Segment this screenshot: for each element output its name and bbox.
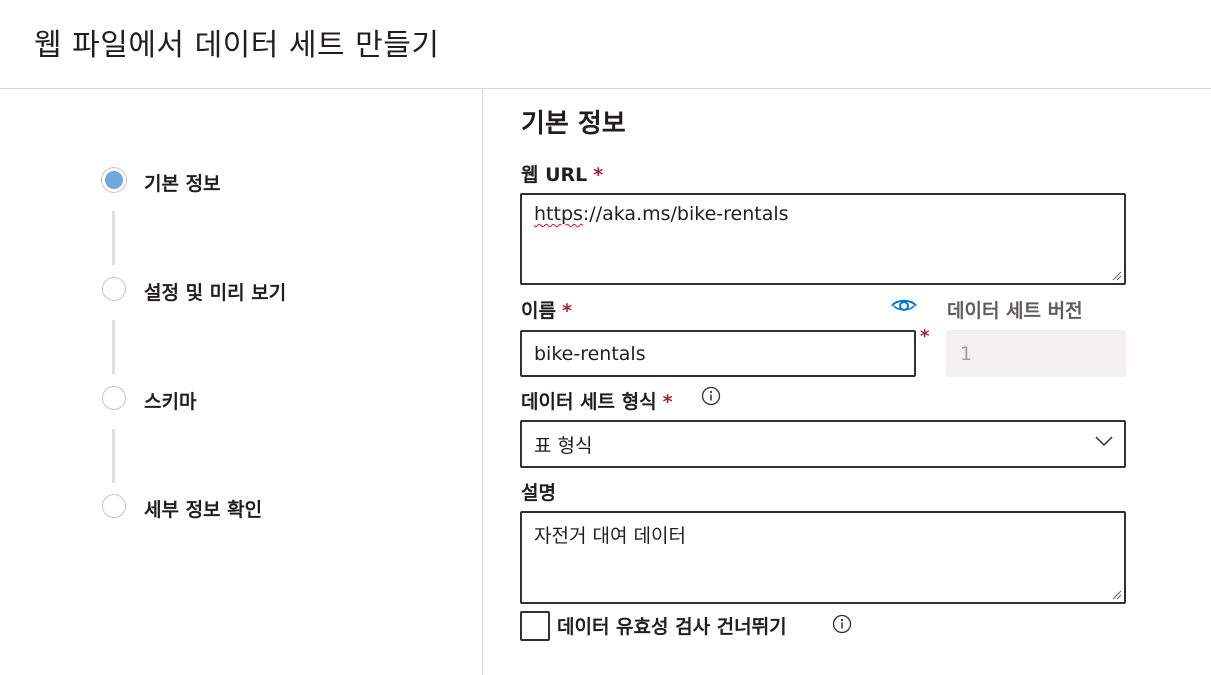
info-icon[interactable]	[832, 614, 852, 634]
step-connector	[112, 429, 115, 483]
required-marker: *	[561, 300, 572, 322]
dataset-version-label: 데이터 세트 버전	[947, 300, 1083, 322]
name-input[interactable]: bike-rentals	[520, 330, 916, 377]
dataset-type-label-text: 데이터 세트 형식	[521, 391, 657, 413]
page-header: 웹 파일에서 데이터 세트 만들기	[0, 0, 1211, 89]
eye-icon[interactable]	[891, 297, 917, 315]
info-icon[interactable]	[701, 386, 721, 406]
required-marker: *	[593, 164, 604, 186]
required-marker: *	[662, 391, 673, 413]
description-value: 자전거 대여 데이터	[534, 525, 686, 547]
vertical-divider	[482, 89, 483, 675]
web-url-value-rest: ://aka.ms/bike-rentals	[582, 203, 789, 225]
resize-grip-icon[interactable]	[1112, 590, 1122, 600]
step-connector	[112, 211, 115, 265]
name-label-text: 이름	[521, 300, 556, 322]
step-indicator	[102, 277, 126, 301]
version-required-marker: *	[920, 326, 930, 347]
dataset-type-value: 표 형식	[534, 434, 593, 457]
web-url-field[interactable]: https://aka.ms/bike-rentals	[520, 193, 1126, 285]
description-field[interactable]: 자전거 대여 데이터	[520, 511, 1126, 604]
chevron-down-icon	[1095, 436, 1113, 447]
dataset-version-value: 1	[960, 342, 973, 365]
name-value: bike-rentals	[534, 342, 646, 365]
step-connector	[112, 320, 115, 374]
dataset-type-label: 데이터 세트 형식 *	[521, 387, 673, 414]
step-label: 기본 정보	[144, 173, 221, 195]
name-label: 이름 *	[521, 296, 572, 323]
web-url-value-prefix: https	[534, 203, 583, 225]
step-indicator	[102, 494, 126, 518]
dataset-type-dropdown[interactable]: 표 형식	[520, 420, 1126, 468]
step-label: 설정 및 미리 보기	[144, 282, 287, 304]
web-url-label-text: 웹 URL	[521, 164, 588, 186]
skip-validation-checkbox[interactable]	[520, 611, 550, 641]
step-indicator	[102, 386, 126, 410]
step-label: 세부 정보 확인	[144, 499, 263, 521]
description-label: 설명	[521, 482, 556, 504]
web-url-label: 웹 URL *	[521, 160, 603, 187]
step-indicator-active	[102, 168, 126, 192]
dataset-version-input: 1	[946, 330, 1126, 377]
step-label: 스키마	[144, 391, 197, 413]
section-title: 기본 정보	[521, 109, 626, 139]
page-title: 웹 파일에서 데이터 세트 만들기	[34, 28, 440, 63]
resize-grip-icon[interactable]	[1112, 271, 1122, 281]
skip-validation-label: 데이터 유효성 검사 건너뛰기	[557, 616, 787, 638]
